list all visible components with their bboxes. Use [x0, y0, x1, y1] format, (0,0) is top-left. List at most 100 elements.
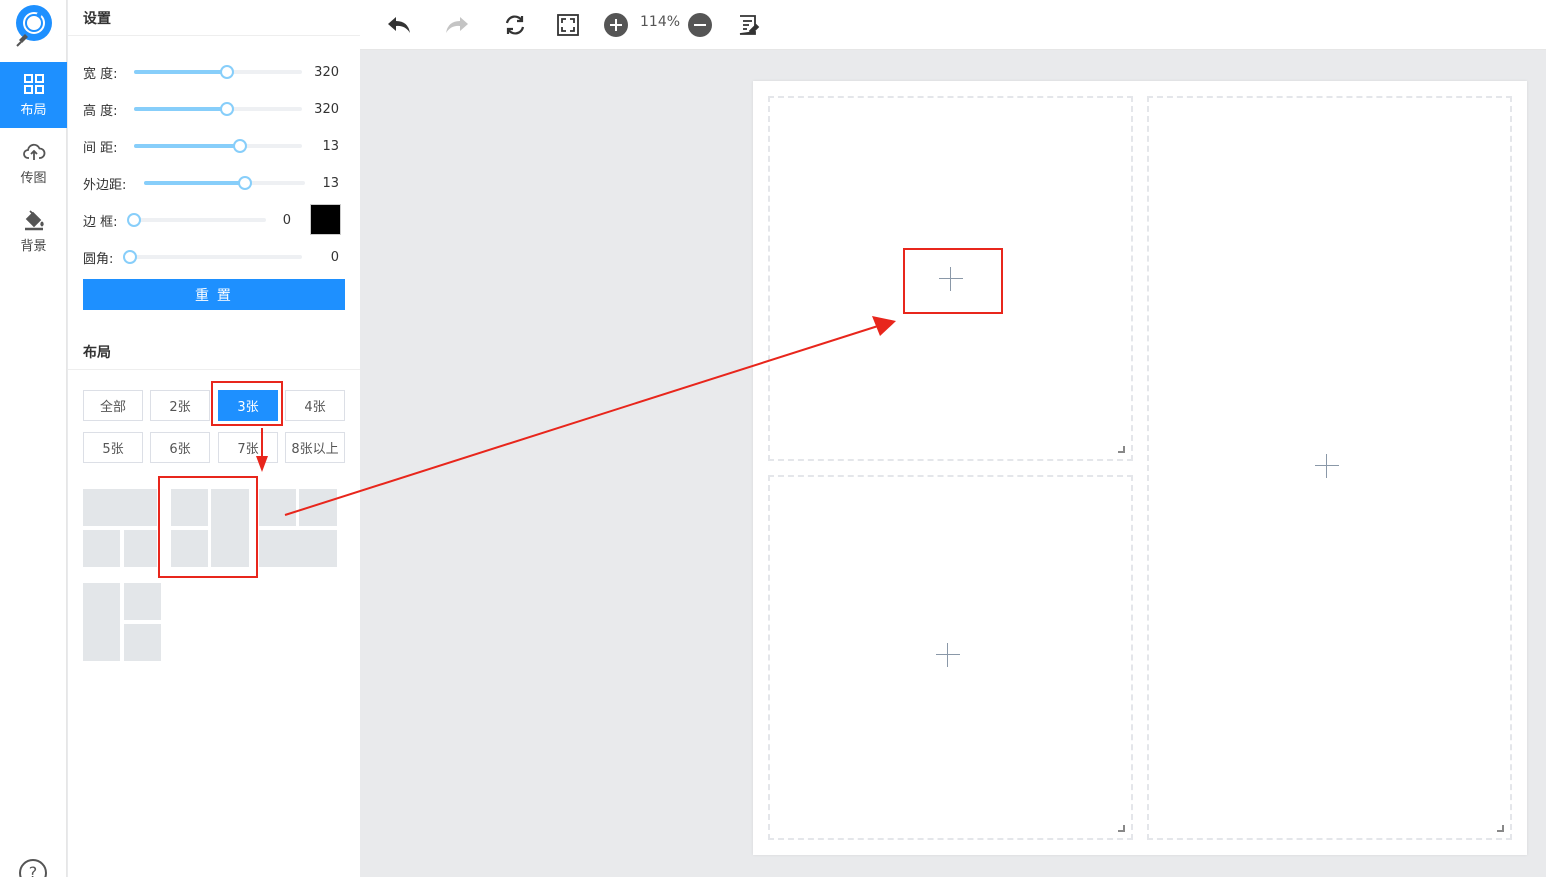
slider-thumb[interactable]: [220, 102, 234, 116]
thumb-cell: [83, 489, 157, 526]
spacing-slider[interactable]: [134, 139, 302, 153]
reset-button[interactable]: 重 置: [83, 279, 345, 310]
thumb-cell: [171, 530, 208, 567]
collage-cell[interactable]: [768, 475, 1133, 840]
slider-fill: [134, 70, 227, 74]
slider-thumb[interactable]: [127, 213, 141, 227]
spacing-value: 13: [322, 138, 339, 154]
layout-filter-all[interactable]: 全部: [83, 390, 143, 421]
undo-button[interactable]: [385, 11, 413, 39]
thumb-cell: [124, 530, 157, 567]
fit-screen-button[interactable]: [554, 11, 582, 39]
minus-circle-icon: [688, 13, 712, 37]
border-slider[interactable]: [127, 213, 266, 227]
thumb-cell: [124, 624, 161, 661]
slider-fill: [134, 144, 240, 148]
layout-grid-icon: [23, 74, 44, 94]
rail-item-label: 布局: [20, 103, 47, 118]
thumb-cell: [124, 583, 161, 620]
border-label: 边 框:: [83, 214, 118, 230]
radius-value: 0: [330, 249, 339, 265]
width-label: 宽 度:: [83, 66, 118, 82]
height-value: 320: [314, 101, 339, 117]
refresh-icon: [505, 15, 525, 35]
width-value: 320: [314, 64, 339, 80]
layout-filter-2[interactable]: 2张: [150, 390, 210, 421]
help-icon[interactable]: ?: [19, 859, 47, 877]
paint-bucket-icon: [24, 210, 44, 231]
layout-filter-5[interactable]: 5张: [83, 432, 143, 463]
thumb-cell: [299, 489, 337, 526]
add-image-icon[interactable]: [939, 267, 963, 291]
width-setting: 宽 度: 320: [83, 60, 345, 84]
add-image-icon[interactable]: [936, 643, 960, 667]
spacing-label: 间 距:: [83, 140, 118, 156]
layout-title: 布局: [83, 345, 111, 361]
radius-slider[interactable]: [123, 250, 302, 264]
layout-filter-3[interactable]: 3张: [218, 390, 278, 421]
layout-filter-8plus[interactable]: 8张以上: [285, 432, 345, 463]
width-slider[interactable]: [134, 65, 302, 79]
app-logo-icon: [16, 5, 52, 47]
divider: [68, 35, 360, 36]
radius-setting: 圆角: 0: [83, 245, 345, 269]
zoom-out-button[interactable]: [686, 11, 714, 39]
zoom-level: 114%: [640, 14, 681, 30]
rail-item-layout[interactable]: 布局: [0, 62, 67, 128]
plus-circle-icon: [604, 13, 628, 37]
height-label: 高 度:: [83, 103, 118, 119]
thumb-cell: [259, 530, 337, 567]
height-setting: 高 度: 320: [83, 97, 345, 121]
collage-cell[interactable]: [1147, 96, 1512, 840]
layout-filter-6[interactable]: 6张: [150, 432, 210, 463]
slider-thumb[interactable]: [220, 65, 234, 79]
redo-button[interactable]: [443, 11, 471, 39]
resize-handle-icon[interactable]: [1497, 825, 1504, 832]
rail-item-background[interactable]: 背景: [0, 198, 67, 264]
border-setting: 边 框: 0: [83, 208, 303, 232]
margin-label: 外边距:: [83, 177, 127, 193]
margin-value: 13: [322, 175, 339, 191]
cloud-upload-icon: [22, 143, 45, 160]
collage-cell[interactable]: [768, 96, 1133, 461]
collage-canvas: [753, 81, 1527, 855]
margin-setting: 外边距: 13: [83, 171, 345, 195]
settings-panel: 设置 宽 度: 320 高 度: 320 间 距: 13 外边距: 13 边 框…: [68, 0, 360, 877]
radius-label: 圆角:: [83, 251, 114, 267]
thumb-cell: [83, 583, 120, 661]
thumb-cell: [171, 489, 208, 526]
layout-filter-7[interactable]: 7张: [218, 432, 278, 463]
border-color-swatch[interactable]: [310, 204, 341, 235]
zoom-in-button[interactable]: [602, 11, 630, 39]
rail-item-upload[interactable]: 传图: [0, 130, 67, 196]
resize-handle-icon[interactable]: [1118, 825, 1125, 832]
slider-thumb[interactable]: [233, 139, 247, 153]
height-slider[interactable]: [134, 102, 302, 116]
border-value: 0: [282, 212, 291, 228]
notes-edit-icon: [739, 15, 760, 35]
refresh-button[interactable]: [501, 11, 529, 39]
rail-item-label: 背景: [20, 239, 47, 254]
left-rail: 布局 传图 背景 ?: [0, 0, 67, 877]
slider-fill: [144, 181, 245, 185]
rail-item-label: 传图: [20, 171, 47, 186]
slider-fill: [134, 107, 227, 111]
thumb-cell: [83, 530, 120, 567]
divider: [68, 369, 360, 370]
redo-icon: [446, 17, 468, 33]
layout-filter-4[interactable]: 4张: [285, 390, 345, 421]
top-toolbar: 114%: [360, 0, 1546, 50]
spacing-setting: 间 距: 13: [83, 134, 345, 158]
slider-thumb[interactable]: [123, 250, 137, 264]
add-image-icon[interactable]: [1315, 454, 1339, 478]
slider-thumb[interactable]: [238, 176, 252, 190]
settings-title: 设置: [83, 11, 111, 27]
thumb-cell: [211, 489, 249, 567]
resize-handle-icon[interactable]: [1118, 446, 1125, 453]
fullscreen-icon: [557, 14, 579, 36]
notes-button[interactable]: [734, 11, 762, 39]
undo-icon: [388, 17, 410, 33]
app-root: 布局 传图 背景 ? 设置 宽 度: 320 高 度: 320 间 距: 13 …: [0, 0, 1546, 877]
thumb-cell: [259, 489, 296, 526]
margin-slider[interactable]: [144, 176, 305, 190]
